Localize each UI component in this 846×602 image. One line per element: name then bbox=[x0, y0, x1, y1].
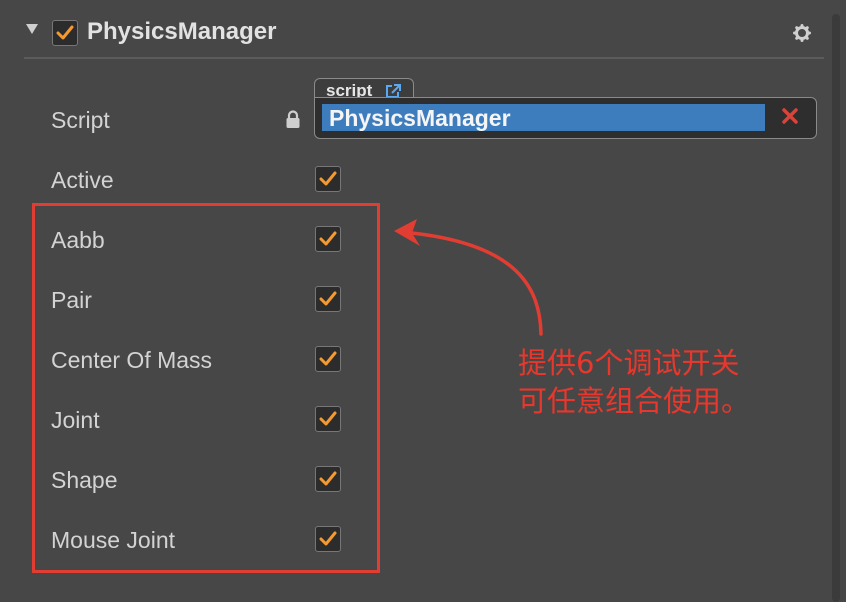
annotation-line-2: 可任意组合使用。 bbox=[518, 384, 751, 418]
annotation-arrow-icon bbox=[394, 219, 543, 336]
annotation-line-1: 提供6个调试开关 bbox=[518, 346, 740, 380]
